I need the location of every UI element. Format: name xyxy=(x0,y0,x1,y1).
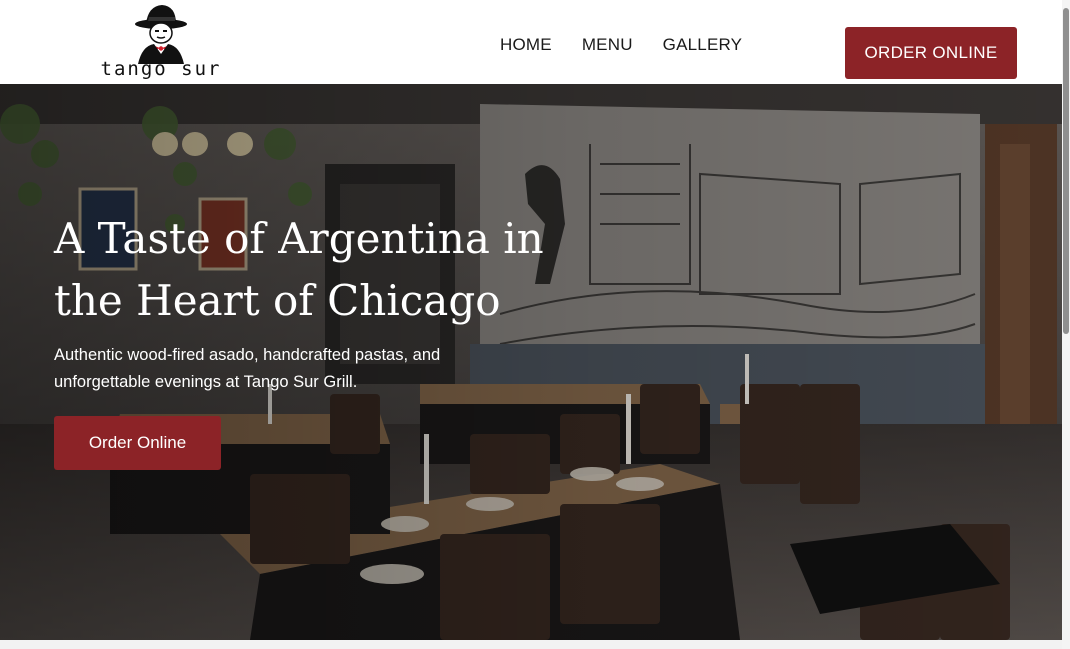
order-online-button[interactable]: ORDER ONLINE xyxy=(845,27,1017,79)
brand-name: tango sur xyxy=(100,58,222,80)
hero-title-line-2: the Heart of Chicago xyxy=(54,276,501,325)
nav-home[interactable]: HOME xyxy=(500,35,552,55)
page: tango sur HOME MENU GALLERY ORDER ONLINE xyxy=(0,0,1062,649)
hero-order-online-button[interactable]: Order Online xyxy=(54,416,221,470)
nav-gallery[interactable]: GALLERY xyxy=(663,35,743,55)
hero-section: A Taste of Argentina in the Heart of Chi… xyxy=(0,84,1062,640)
tango-dancer-logo-icon xyxy=(135,5,187,64)
hero-title: A Taste of Argentina in the Heart of Chi… xyxy=(54,208,574,332)
bottom-strip xyxy=(0,640,1062,649)
hero-title-line-1: A Taste of Argentina in xyxy=(54,214,544,263)
site-header: tango sur HOME MENU GALLERY ORDER ONLINE xyxy=(0,0,1062,84)
nav-menu[interactable]: MENU xyxy=(582,35,633,55)
scrollbar-thumb[interactable] xyxy=(1063,8,1069,334)
hero-subtitle: Authentic wood-fired asado, handcrafted … xyxy=(54,346,441,391)
page-scrollbar[interactable] xyxy=(1062,0,1070,649)
main-nav: HOME MENU GALLERY xyxy=(500,35,772,55)
brand-logo[interactable]: tango sur xyxy=(88,2,234,82)
